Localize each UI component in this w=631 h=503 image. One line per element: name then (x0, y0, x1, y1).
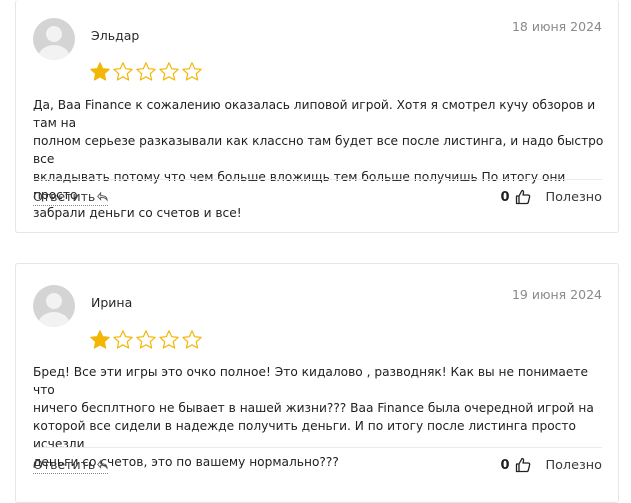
reply-button[interactable]: Ответить (33, 457, 109, 474)
reply-label: Ответить (33, 457, 96, 472)
review-author: Эльдар (91, 28, 140, 43)
thumbs-up-icon[interactable] (515, 189, 531, 205)
rating-stars (89, 61, 203, 83)
star-empty-icon (159, 330, 179, 349)
star-empty-icon (113, 62, 133, 81)
review-date: 19 июня 2024 (511, 287, 602, 302)
reply-arrow-icon (97, 459, 108, 470)
avatar (33, 18, 75, 60)
useful-label[interactable]: Полезно (545, 458, 602, 473)
review-author: Ирина (91, 295, 133, 310)
divider (33, 179, 602, 180)
useful-label[interactable]: Полезно (545, 190, 602, 205)
star-empty-icon (136, 330, 156, 349)
star-empty-icon (136, 62, 156, 81)
review-text-line: полном серьезе разказывали как классно т… (33, 134, 604, 166)
review-card: Ирина 19 июня 2024 Бред! Все эти игры эт… (15, 263, 619, 503)
star-empty-icon (113, 330, 133, 349)
review-text-line: ничего бесплтного не бывает в нашей жизн… (33, 401, 594, 415)
reply-button[interactable]: Ответить (33, 189, 109, 206)
divider (33, 447, 602, 448)
reply-label: Ответить (33, 189, 96, 204)
like-count: 0 (500, 189, 510, 205)
star-empty-icon (182, 62, 202, 81)
review-text: Бред! Все эти игры это очко полное! Это … (33, 363, 605, 471)
vote-block: 0 Полезно (500, 189, 602, 205)
review-card: Эльдар 18 июня 2024 Да, Baa Finance к со… (15, 0, 619, 233)
vote-block: 0 Полезно (500, 457, 602, 473)
review-text-line: Да, Baa Finance к сожалению оказалась ли… (33, 98, 596, 130)
review-date: 18 июня 2024 (511, 19, 602, 34)
thumbs-up-icon[interactable] (515, 457, 531, 473)
reply-arrow-icon (97, 191, 108, 202)
star-filled-icon (90, 330, 110, 349)
star-filled-icon (90, 62, 110, 81)
avatar (33, 285, 75, 327)
like-count: 0 (500, 457, 510, 473)
review-text-line: забрали деньги со счетов и все! (33, 206, 242, 220)
star-empty-icon (159, 62, 179, 81)
star-empty-icon (182, 330, 202, 349)
rating-stars (89, 329, 203, 351)
review-text-line: Бред! Все эти игры это очко полное! Это … (33, 365, 588, 397)
